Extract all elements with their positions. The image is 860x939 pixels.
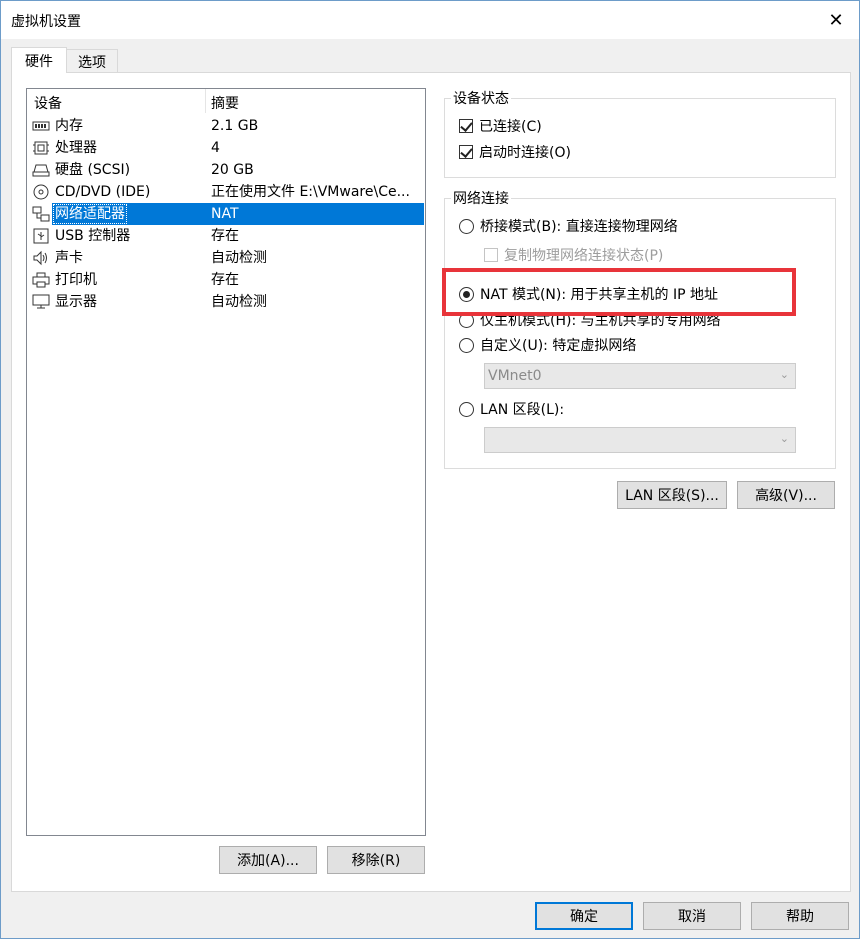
usb-icon [33,228,49,244]
device-summary: 2.1 GB [211,118,259,134]
help-button[interactable]: 帮助 [751,902,849,930]
tab-hardware[interactable]: 硬件 [11,47,67,73]
connected-label: 已连接(C) [479,119,542,135]
device-name: 声卡 [55,250,83,266]
add-button[interactable]: 添加(A)... [219,846,317,874]
chevron-down-icon: ⌄ [779,432,789,445]
device-summary: 20 GB [211,162,254,178]
device-name: USB 控制器 [55,228,131,244]
column-header-device[interactable]: 设备 [34,93,62,113]
lan-segment-label: LAN 区段(L): [480,402,565,418]
device-row-processor[interactable]: 处理器 4 [27,137,425,159]
device-list-header: 设备 摘要 [27,89,425,113]
harddisk-icon [32,164,50,177]
tab-options[interactable]: 选项 [66,49,118,73]
processor-icon [33,141,49,155]
nat-label: NAT 模式(N): 用于共享主机的 IP 地址 [480,287,718,303]
device-row-sound[interactable]: 声卡 自动检测 [27,247,425,269]
device-summary: 4 [211,140,220,156]
device-row-display[interactable]: 显示器 自动检测 [27,291,425,313]
device-summary: 正在使用文件 E:\VMware\Ce... [211,184,410,200]
checkbox-box[interactable] [459,145,473,159]
lan-segment-radio[interactable]: LAN 区段(L): [459,399,564,419]
window-title: 虚拟机设置 [11,14,81,30]
checkbox-box[interactable] [484,248,498,262]
device-row-harddisk[interactable]: 硬盘 (SCSI) 20 GB [27,159,425,181]
remove-button[interactable]: 移除(R) [327,846,425,874]
network-connection-legend: 网络连接 [451,188,511,208]
custom-radio[interactable]: 自定义(U): 特定虚拟网络 [459,335,636,355]
radio-circle[interactable] [459,218,474,234]
checkbox-box[interactable] [459,119,473,133]
cancel-button[interactable]: 取消 [643,902,741,930]
radio-circle[interactable] [459,286,474,302]
device-row-network-adapter[interactable]: 网络适配器 NAT [27,203,425,225]
bridged-radio[interactable]: 桥接模式(B): 直接连接物理网络 [459,216,678,236]
device-name: CD/DVD (IDE) [55,184,151,200]
device-row-cd-dvd[interactable]: CD/DVD (IDE) 正在使用文件 E:\VMware\Ce... [27,181,425,203]
device-list[interactable]: 设备 摘要 内存 2.1 GB 处理器 4 硬盘 (SCSI) 20 GB CD… [26,88,426,836]
device-name: 打印机 [55,272,97,288]
bridged-label: 桥接模式(B): 直接连接物理网络 [480,219,678,235]
device-summary: 存在 [211,228,239,244]
device-name: 硬盘 (SCSI) [55,162,131,178]
device-status-legend: 设备状态 [451,88,511,108]
device-summary: 自动检测 [211,294,267,310]
sound-icon [33,250,47,266]
lan-segment-select[interactable]: ⌄ [484,427,796,453]
connected-checkbox[interactable]: 已连接(C) [459,116,542,136]
display-icon [32,294,50,309]
custom-network-select[interactable]: VMnet0 ⌄ [484,363,796,389]
title-bar: 虚拟机设置 ✕ [1,1,859,39]
chevron-down-icon: ⌄ [779,368,789,381]
lan-segments-button[interactable]: LAN 区段(S)... [617,481,727,509]
device-name: 处理器 [55,140,97,156]
column-divider[interactable] [205,89,206,113]
vm-settings-window: 虚拟机设置 ✕ 硬件 选项 设备 摘要 内存 2.1 GB 处理器 4 硬盘 (… [0,0,860,939]
advanced-button[interactable]: 高级(V)... [737,481,835,509]
network-adapter-icon [32,206,50,222]
device-summary: NAT [211,206,239,222]
replicate-state-label: 复制物理网络连接状态(P) [504,248,664,264]
device-summary: 自动检测 [211,250,267,266]
column-header-summary[interactable]: 摘要 [211,93,239,113]
replicate-state-checkbox[interactable]: 复制物理网络连接状态(P) [484,245,663,265]
custom-label: 自定义(U): 特定虚拟网络 [480,338,637,354]
radio-circle[interactable] [459,401,474,417]
connect-at-power-on-checkbox[interactable]: 启动时连接(O) [459,142,571,162]
device-name: 内存 [55,118,83,134]
device-name: 显示器 [55,294,97,310]
nat-radio[interactable]: NAT 模式(N): 用于共享主机的 IP 地址 [459,284,785,304]
device-name: 网络适配器 [53,204,127,224]
device-summary: 存在 [211,272,239,288]
connect-at-power-on-label: 启动时连接(O) [479,145,571,161]
printer-icon [32,272,50,288]
ok-button[interactable]: 确定 [535,902,633,930]
radio-circle[interactable] [459,337,474,353]
memory-icon [32,121,50,131]
device-status-group [444,98,836,178]
close-icon[interactable]: ✕ [813,1,859,39]
device-row-memory[interactable]: 内存 2.1 GB [27,115,425,137]
device-row-usb[interactable]: USB 控制器 存在 [27,225,425,247]
cd-dvd-icon [33,184,49,200]
device-row-printer[interactable]: 打印机 存在 [27,269,425,291]
custom-network-value: VMnet0 [488,368,542,384]
